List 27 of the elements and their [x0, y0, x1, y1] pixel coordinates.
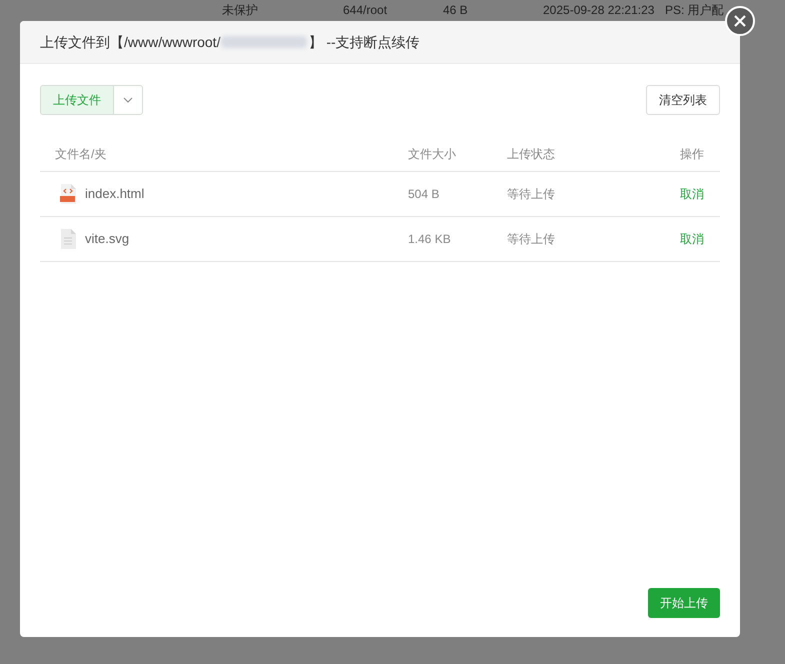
start-upload-button[interactable]: 开始上传: [648, 588, 720, 618]
file-name: index.html: [85, 185, 144, 204]
cancel-link[interactable]: 取消: [680, 230, 704, 248]
dialog-title: 上传文件到【/www/wwwroot/: [40, 32, 220, 52]
column-header: 操作: [680, 146, 704, 162]
document-icon: [60, 229, 76, 249]
html-file-icon: [60, 184, 76, 204]
column-header: 上传状态: [507, 146, 556, 162]
background-table-cell-text: 未保护: [222, 3, 259, 17]
background-table-cell-text: 46 B: [443, 3, 469, 17]
cancel-link[interactable]: 取消: [680, 185, 704, 203]
file-name: vite.svg: [85, 230, 130, 248]
dialog-title: 】 --支持断点续传: [308, 32, 420, 52]
upload-status: 等待上传: [507, 186, 556, 203]
background-table-cell-text: PS: 用户配: [665, 3, 725, 17]
close-button[interactable]: [725, 6, 755, 36]
column-header: 文件名/夹: [55, 146, 108, 162]
upload-status: 等待上传: [507, 231, 556, 248]
file-size: 1.46 KB: [408, 231, 452, 248]
chevron-down-icon: [123, 97, 133, 103]
clear-list-button[interactable]: 清空列表: [646, 85, 720, 115]
close-icon: [734, 15, 746, 27]
background-table-cell-text: 644/root: [343, 3, 388, 17]
file-size: 504 B: [408, 186, 440, 203]
column-header: 文件大小: [408, 146, 457, 162]
background-table-cell-text: 2025-09-28 22:21:23: [543, 3, 656, 17]
upload-file-button[interactable]: 上传文件: [41, 86, 114, 114]
